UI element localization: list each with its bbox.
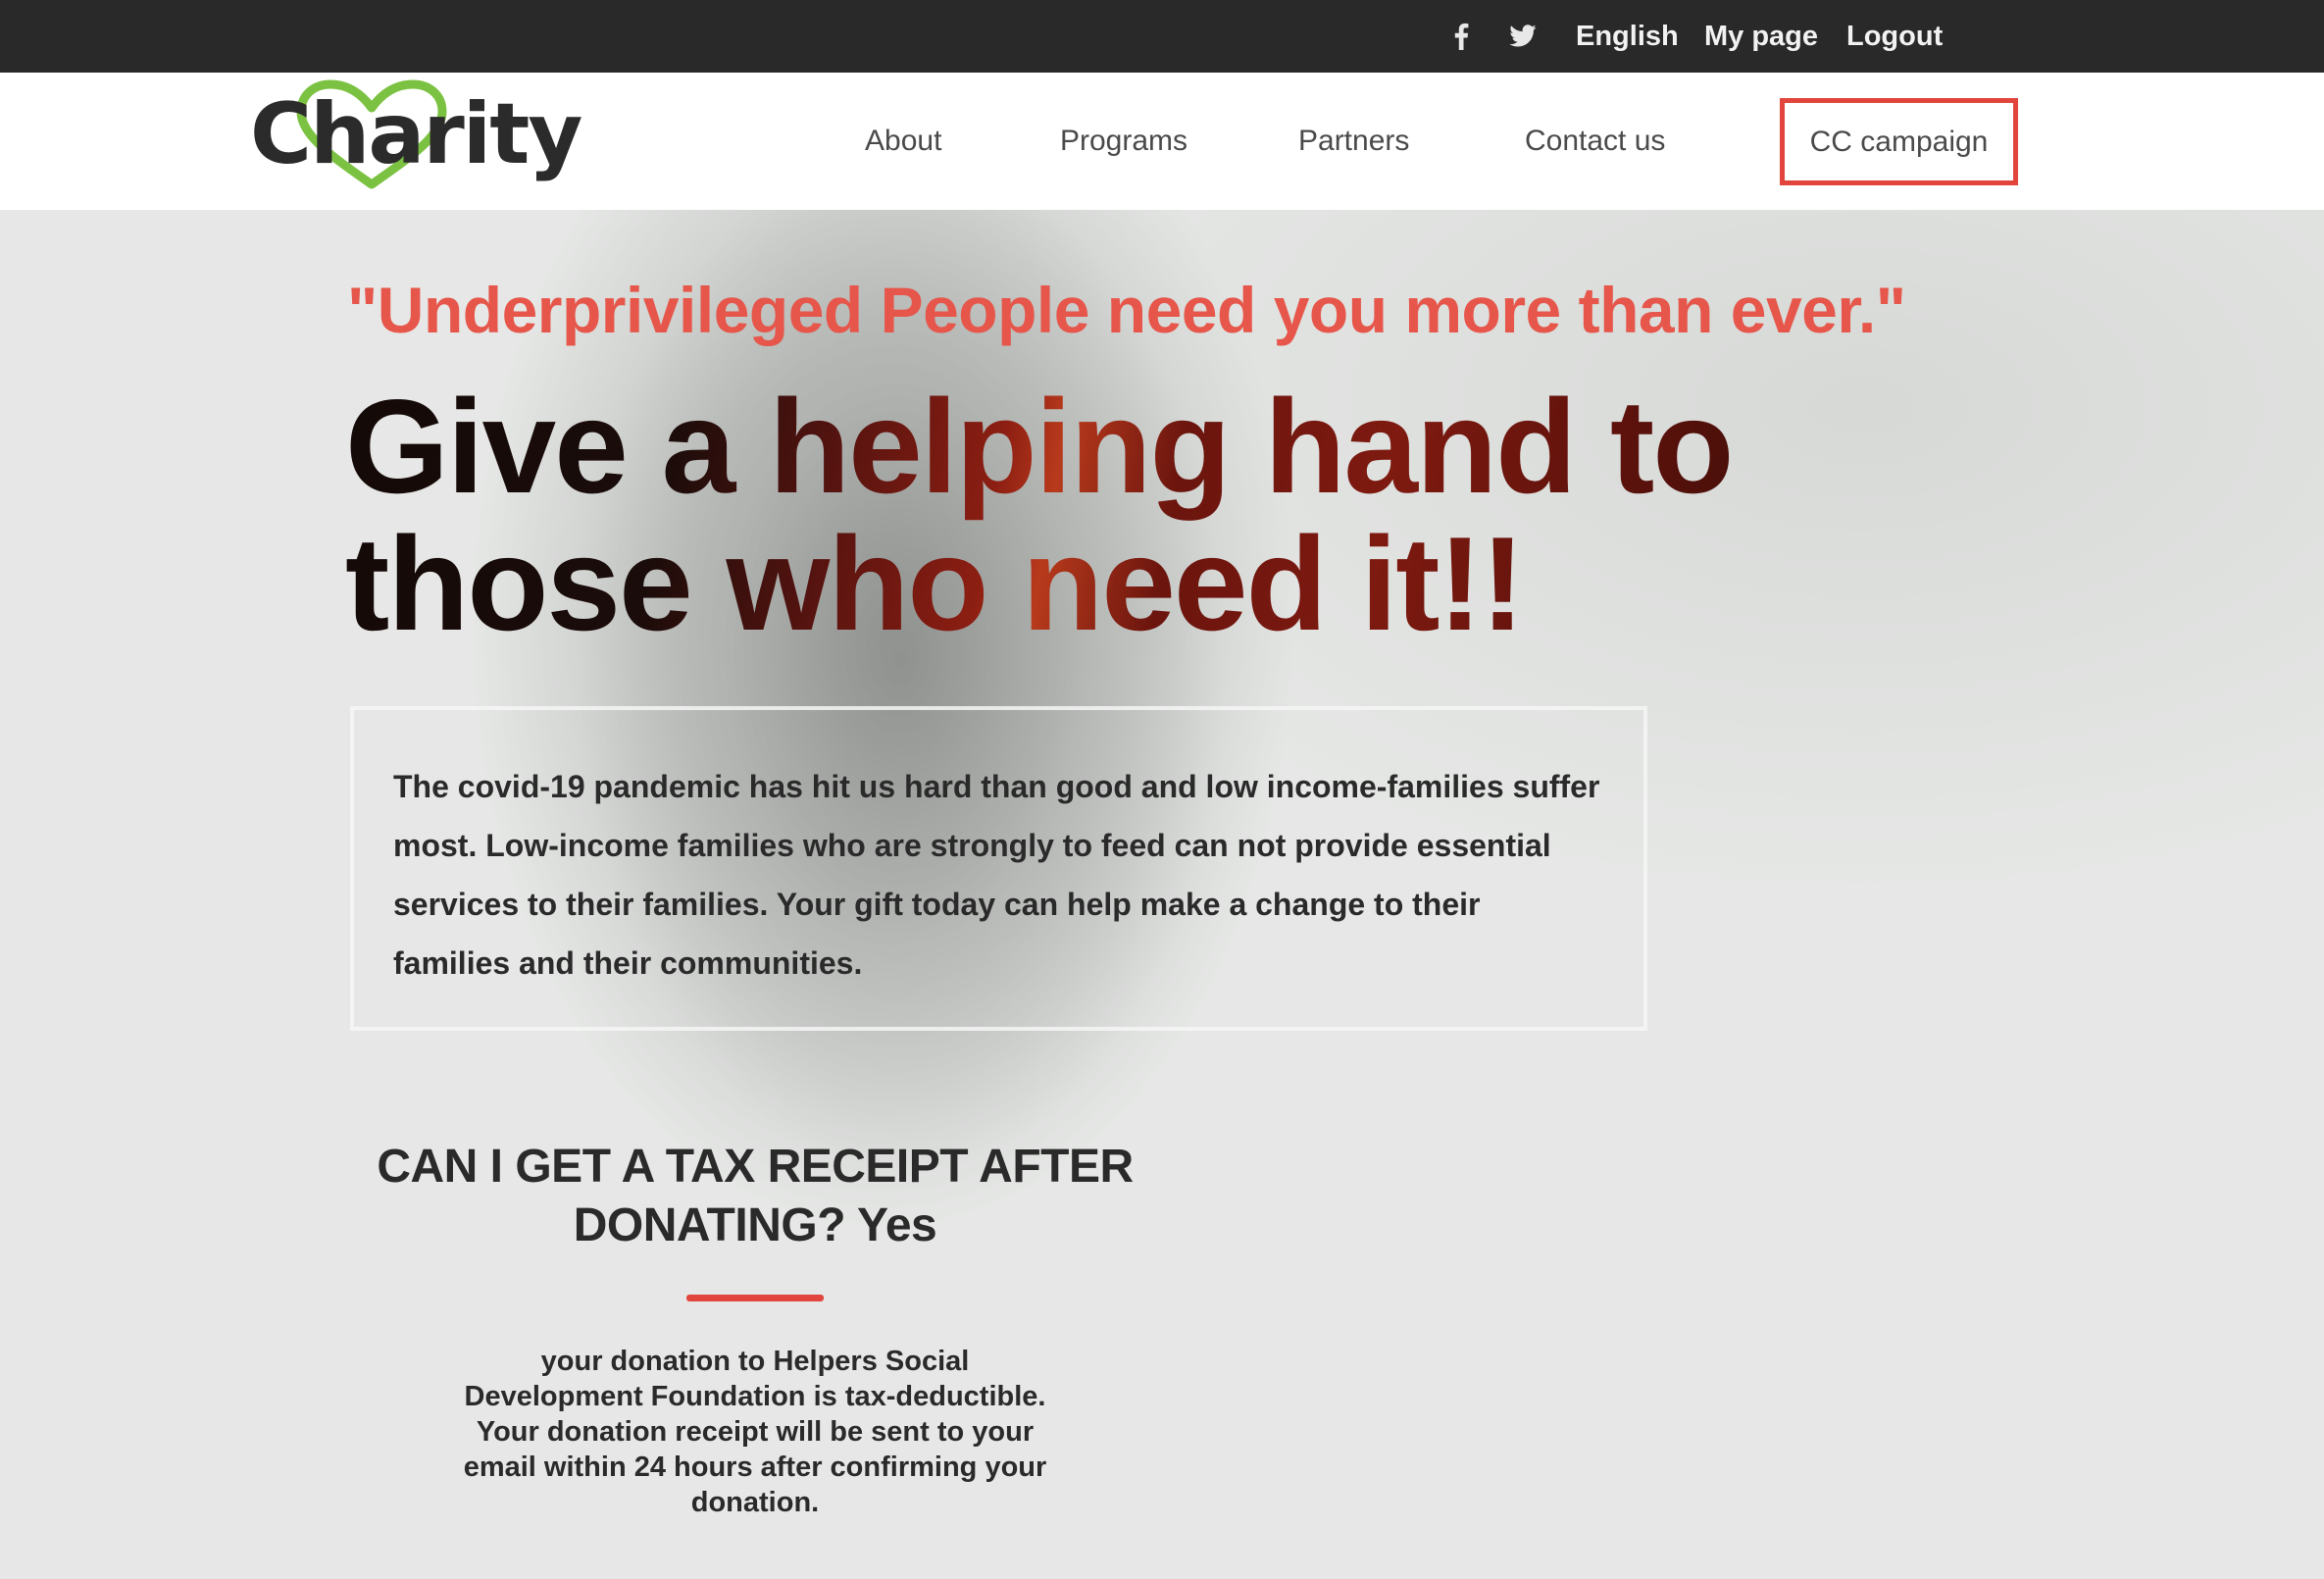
info-box: The covid-19 pandemic has hit us hard th…: [350, 706, 1647, 1031]
top-utility-bar: English My page Logout: [0, 0, 2324, 73]
cc-campaign-button[interactable]: CC campaign: [1780, 98, 2018, 185]
nav-about[interactable]: About: [865, 73, 941, 210]
nav-contact-us[interactable]: Contact us: [1525, 73, 1665, 210]
language-link[interactable]: English: [1576, 0, 1679, 73]
nav-programs[interactable]: Programs: [1060, 73, 1187, 210]
headline-line-2: those who need it!!: [345, 509, 1524, 658]
twitter-icon[interactable]: [1509, 0, 1537, 73]
hero-quote: "Underprivileged People need you more th…: [347, 274, 1906, 346]
headline-line-1: Give a helping hand to: [345, 372, 1733, 521]
tax-receipt-heading: CAN I GET A TAX RECEIPT AFTER DONATING? …: [377, 1141, 1134, 1251]
facebook-icon[interactable]: [1453, 0, 1469, 73]
charity-logo[interactable]: Charity: [250, 78, 582, 196]
tax-receipt-text: your donation to Helpers Social Developm…: [463, 1346, 1047, 1518]
hero-headline: Give a helping hand to those who need it…: [345, 378, 1816, 652]
info-text: The covid-19 pandemic has hit us hard th…: [393, 769, 1600, 981]
my-page-link[interactable]: My page: [1704, 0, 1818, 73]
nav-partners[interactable]: Partners: [1298, 73, 1409, 210]
logo-text: Charity: [250, 85, 582, 183]
logout-link[interactable]: Logout: [1846, 0, 1943, 73]
heading-divider: [686, 1295, 824, 1301]
